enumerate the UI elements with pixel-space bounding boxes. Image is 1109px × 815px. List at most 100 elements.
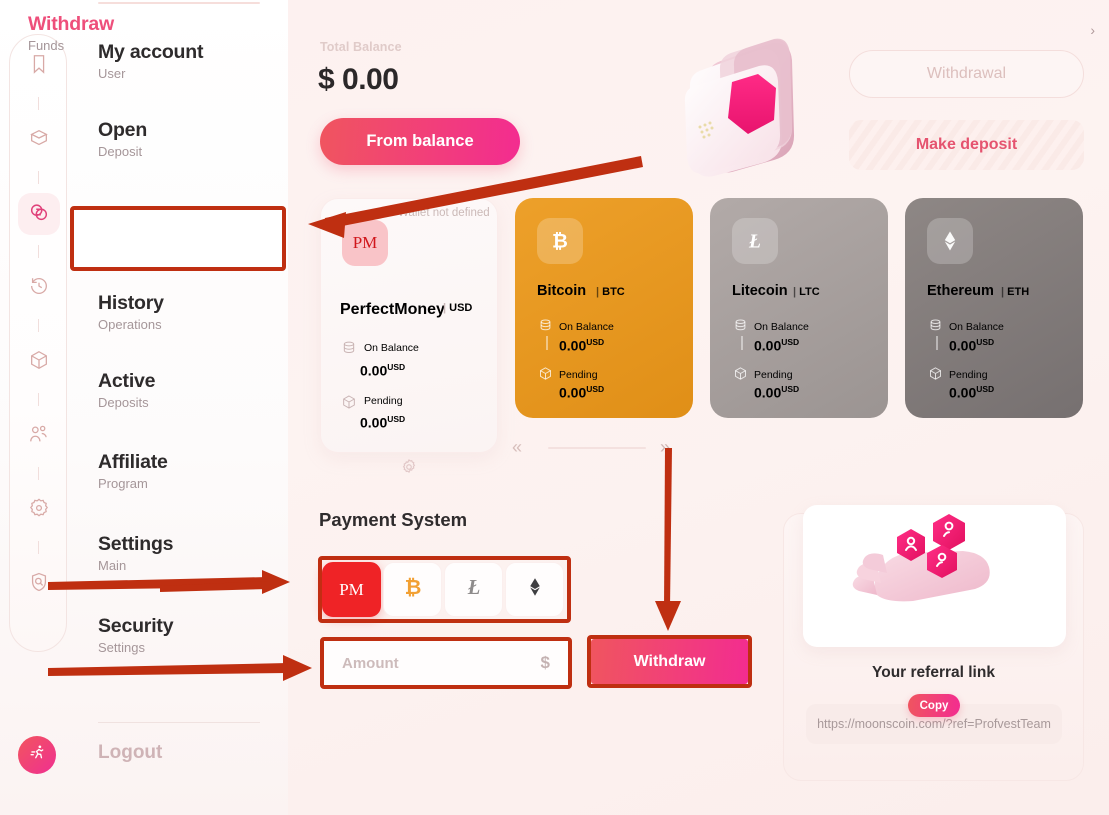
rail-item-withdraw[interactable] <box>18 193 60 235</box>
perfectmoney-icon: PM <box>339 579 364 599</box>
copy-button[interactable]: Copy <box>908 694 960 717</box>
referral-title: Your referral link <box>872 664 995 681</box>
rail-item-security[interactable] <box>18 563 60 605</box>
sidebar-item-subtitle: User <box>98 66 126 81</box>
sidebar-item-subtitle: Operations <box>98 317 162 332</box>
litecoin-icon: Ł <box>461 574 487 605</box>
cube-icon <box>28 349 50 376</box>
pending-value: 0.00USD <box>754 384 800 401</box>
make-deposit-button[interactable]: Make deposit <box>849 120 1084 170</box>
carousel-track[interactable] <box>548 447 646 449</box>
divider-tick <box>546 336 548 350</box>
sidebar-item-security[interactable]: Security Settings <box>98 614 288 692</box>
sidebar-item-title: My account <box>98 41 204 63</box>
box-icon <box>538 366 553 386</box>
hand-with-user-hexagons-illustration <box>803 505 1066 647</box>
on-balance-label: On Balance <box>364 342 419 354</box>
sidebar-item-title: Security <box>98 615 174 637</box>
sidebar-item-subtitle: Deposit <box>98 144 143 159</box>
divider-tick <box>741 336 743 350</box>
bookmark-icon <box>28 53 50 80</box>
payment-option-eth[interactable] <box>505 562 564 617</box>
card-name: Bitcoin <box>537 283 587 299</box>
database-icon <box>733 318 748 338</box>
icon-rail <box>9 34 67 652</box>
sidebar-item-subtitle: Deposits <box>98 395 149 410</box>
database-icon <box>538 318 553 338</box>
rail-divider <box>38 319 39 332</box>
rail-item-affiliate[interactable] <box>18 415 60 457</box>
rail-divider <box>38 97 39 110</box>
pending-label: Pending <box>754 369 793 381</box>
payment-option-ltc[interactable]: Ł <box>444 562 503 617</box>
card-ticker: | USD <box>443 302 473 314</box>
withdrawal-button[interactable]: Withdrawal <box>849 50 1084 98</box>
sidebar-item-title: Settings <box>98 533 174 555</box>
pending-value: 0.00USD <box>360 414 406 431</box>
referral-link: https://moonscoin.com/?ref=ProfvestTeam <box>817 717 1051 731</box>
sidebar-item-history[interactable]: History Operations <box>98 291 288 369</box>
on-balance-value: 0.00USD <box>949 337 995 354</box>
sidebar-item-affiliate[interactable]: Affiliate Program <box>98 450 288 532</box>
bitcoin-icon: ₿ <box>537 218 583 264</box>
box-icon <box>928 366 943 386</box>
sidebar-item-settings[interactable]: Settings Main <box>98 532 288 614</box>
logout-button[interactable] <box>18 736 56 774</box>
rail-divider <box>38 245 39 258</box>
card-name: Ethereum <box>927 283 994 299</box>
open-box-icon <box>28 127 50 154</box>
litecoin-icon: Ł <box>732 218 778 264</box>
sidebar-item-title: History <box>98 292 164 314</box>
app-root: My account User Open Deposit History Ope… <box>0 0 1109 815</box>
sidebar-item-my-account[interactable]: My account User <box>98 40 288 118</box>
card-ticker: | LTC <box>793 286 820 298</box>
svg-text:Ł: Ł <box>748 232 761 253</box>
ethereum-icon <box>927 218 973 264</box>
on-balance-label: On Balance <box>559 321 614 333</box>
rail-item-settings[interactable] <box>18 489 60 531</box>
payment-option-pm[interactable]: PM <box>322 562 381 617</box>
bitcoin-icon: ₿ <box>400 574 426 605</box>
pending-value: 0.00USD <box>949 384 995 401</box>
database-icon <box>928 318 943 338</box>
amount-input[interactable]: Amount $ <box>324 641 568 685</box>
withdraw-button[interactable]: Withdraw <box>591 639 748 684</box>
perfectmoney-label: PM <box>352 233 378 252</box>
sidebar-item-withdraw[interactable]: Withdraw Funds <box>28 12 114 53</box>
logout-label[interactable]: Logout <box>98 742 162 764</box>
sidebar-item-subtitle: Main <box>98 558 127 573</box>
rail-divider <box>38 467 39 480</box>
rail-divider <box>38 541 39 554</box>
gear-icon[interactable] <box>400 458 418 476</box>
sidebar-item-active-deposits[interactable]: Active Deposits <box>98 369 288 450</box>
amount-placeholder: Amount <box>342 654 399 672</box>
chevron-right-icon: › <box>1090 22 1095 38</box>
database-icon <box>341 340 357 361</box>
pending-label: Pending <box>364 395 403 407</box>
svg-text:₿: ₿ <box>552 231 568 253</box>
payment-option-btc[interactable]: ₿ <box>383 562 442 617</box>
on-balance-value: 0.00USD <box>754 337 800 354</box>
card-name: Litecoin <box>732 283 788 299</box>
sidebar-item-subtitle: Program <box>98 476 148 491</box>
highlight-withdraw-nav <box>70 206 286 271</box>
sidebar-footer-divider <box>98 722 260 723</box>
chevron-double-right-icon[interactable]: » <box>660 437 670 458</box>
sidebar-item-open-deposit[interactable]: Open Deposit <box>98 118 288 206</box>
chevron-double-left-icon[interactable]: « <box>512 437 522 458</box>
rail-item-open-deposit[interactable] <box>18 119 60 161</box>
users-icon <box>28 423 50 450</box>
sidebar-item-title: Open <box>98 119 148 141</box>
sidebar-item-title: Active <box>98 370 156 392</box>
payment-system-options: PM ₿ Ł <box>322 560 567 619</box>
ethereum-icon <box>524 576 546 603</box>
sidebar-item-title: Affiliate <box>98 451 168 473</box>
card-ticker: | ETH <box>1001 286 1030 298</box>
rail-item-active-deposits[interactable] <box>18 341 60 383</box>
rail-item-history[interactable] <box>18 267 60 309</box>
sidebar-item-subtitle: Settings <box>98 640 145 655</box>
wallet-not-defined-note: Wallet not defined <box>398 207 490 219</box>
from-balance-button[interactable]: From balance <box>320 118 520 165</box>
on-balance-value: 0.00USD <box>559 337 605 354</box>
svg-text:Ł: Ł <box>466 577 480 599</box>
